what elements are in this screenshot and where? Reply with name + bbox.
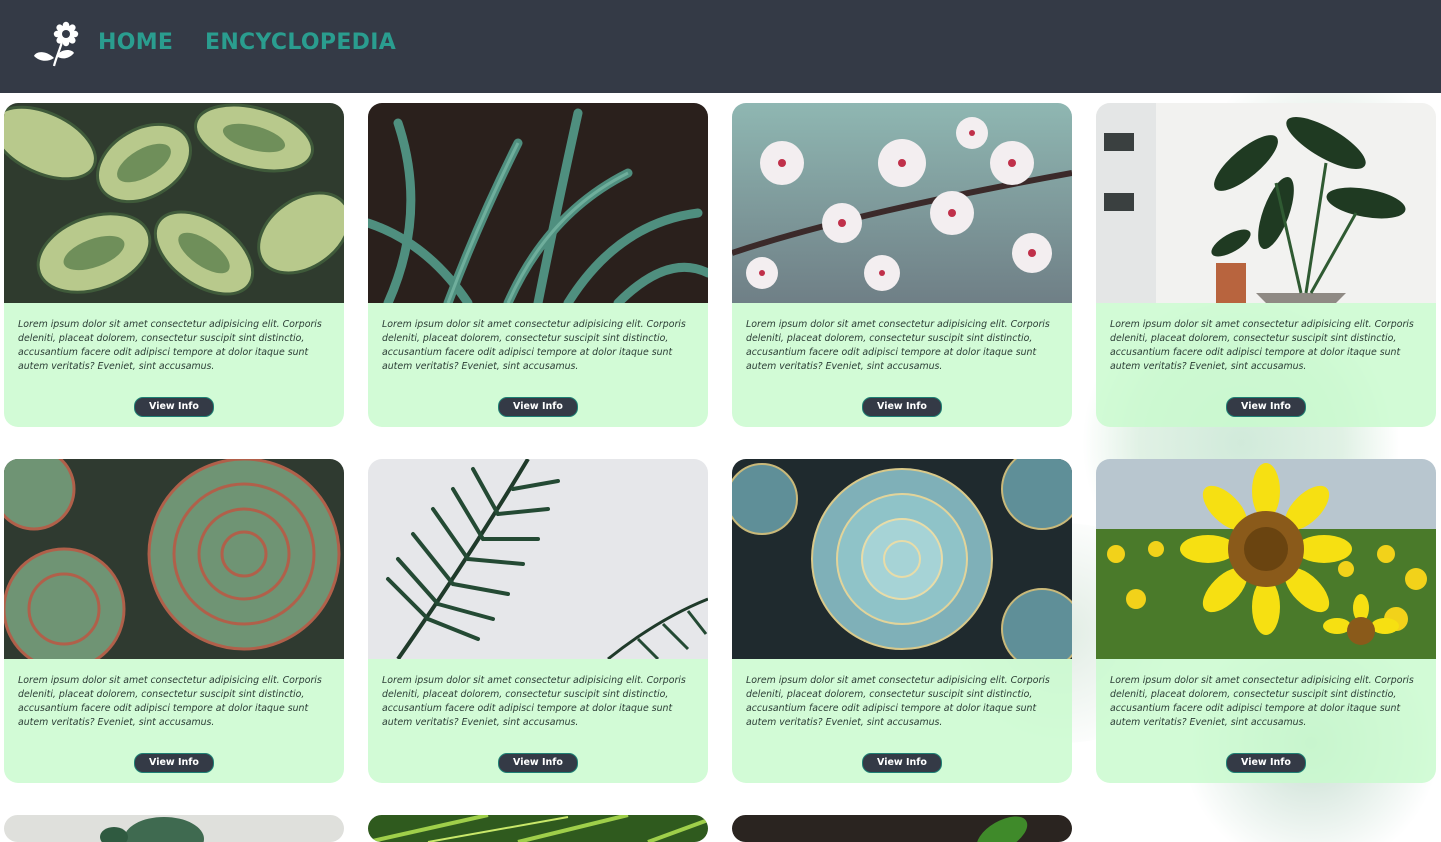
view-info-button[interactable]: View Info	[498, 753, 578, 773]
plant-card: Lorem ipsum dolor sit amet consectetur a…	[732, 103, 1072, 427]
card-body: Lorem ipsum dolor sit amet consectetur a…	[732, 659, 1072, 783]
nav-home-link[interactable]: HOME	[98, 30, 173, 55]
plant-card: Lorem ipsum dolor sit amet consectetur a…	[1096, 459, 1436, 783]
nav-encyclopedia-link[interactable]: ENCYCLOPEDIA	[205, 30, 396, 55]
plant-card	[4, 815, 344, 842]
card-description: Lorem ipsum dolor sit amet consectetur a…	[382, 675, 686, 728]
palm-frond-photo	[368, 459, 708, 659]
plant-card: Lorem ipsum dolor sit amet consectetur a…	[732, 459, 1072, 783]
card-body: Lorem ipsum dolor sit amet consectetur a…	[1096, 303, 1436, 427]
plant-card: Lorem ipsum dolor sit amet consectetur a…	[4, 103, 344, 427]
view-info-button[interactable]: View Info	[134, 753, 214, 773]
potted-bird-of-paradise-photo	[1096, 103, 1436, 303]
card-description: Lorem ipsum dolor sit amet consectetur a…	[1110, 675, 1414, 728]
round-leaf-plant-photo	[4, 815, 344, 842]
view-info-button[interactable]: View Info	[1226, 397, 1306, 417]
card-description: Lorem ipsum dolor sit amet consectetur a…	[18, 675, 322, 728]
plant-card: Lorem ipsum dolor sit amet consectetur a…	[4, 459, 344, 783]
card-description: Lorem ipsum dolor sit amet consectetur a…	[18, 319, 322, 372]
card-body: Lorem ipsum dolor sit amet consectetur a…	[4, 303, 344, 427]
card-body: Lorem ipsum dolor sit amet consectetur a…	[1096, 659, 1436, 783]
cherry-blossom-photo	[732, 103, 1072, 303]
plant-card: Lorem ipsum dolor sit amet consectetur a…	[1096, 103, 1436, 427]
plant-card: Lorem ipsum dolor sit amet consectetur a…	[368, 103, 708, 427]
view-info-button[interactable]: View Info	[1226, 753, 1306, 773]
card-body: Lorem ipsum dolor sit amet consectetur a…	[4, 659, 344, 783]
hosta-leaves-photo	[4, 103, 344, 303]
red-edged-succulent-photo	[4, 459, 344, 659]
card-description: Lorem ipsum dolor sit amet consectetur a…	[746, 675, 1050, 728]
top-navbar: HOME ENCYCLOPEDIA	[0, 0, 1441, 93]
view-info-button[interactable]: View Info	[862, 397, 942, 417]
card-description: Lorem ipsum dolor sit amet consectetur a…	[1110, 319, 1414, 372]
plant-card	[368, 815, 708, 842]
view-info-button[interactable]: View Info	[498, 397, 578, 417]
card-description: Lorem ipsum dolor sit amet consectetur a…	[382, 319, 686, 372]
aloe-leaves-photo	[368, 103, 708, 303]
card-body: Lorem ipsum dolor sit amet consectetur a…	[368, 303, 708, 427]
dark-soil-sprout-photo	[732, 815, 1072, 842]
sunflower-field-photo	[1096, 459, 1436, 659]
blue-echeveria-photo	[732, 459, 1072, 659]
green-leaf-closeup-photo	[368, 815, 708, 842]
view-info-button[interactable]: View Info	[134, 397, 214, 417]
plant-card	[732, 815, 1072, 842]
flower-logo-icon[interactable]	[32, 20, 80, 68]
card-description: Lorem ipsum dolor sit amet consectetur a…	[746, 319, 1050, 372]
plant-card: Lorem ipsum dolor sit amet consectetur a…	[368, 459, 708, 783]
card-body: Lorem ipsum dolor sit amet consectetur a…	[732, 303, 1072, 427]
view-info-button[interactable]: View Info	[862, 753, 942, 773]
card-body: Lorem ipsum dolor sit amet consectetur a…	[368, 659, 708, 783]
